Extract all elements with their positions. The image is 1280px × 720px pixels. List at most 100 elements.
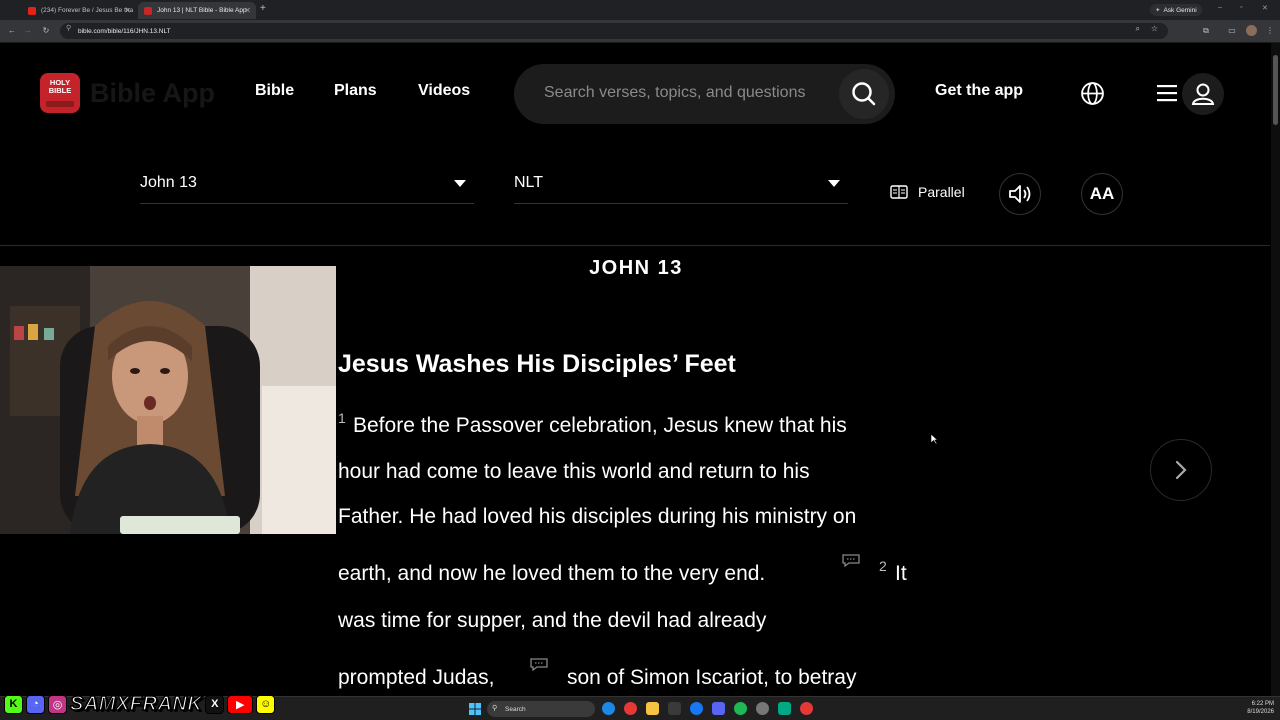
- search-input[interactable]: Search verses, topics, and questions: [544, 84, 805, 102]
- close-tab-icon[interactable]: ✕: [124, 6, 131, 15]
- tab-bible[interactable]: John 13 | NLT Bible - Bible App ✕: [138, 2, 256, 19]
- gemini-icon: ✦: [1155, 7, 1161, 14]
- parallel-button[interactable]: Parallel: [890, 184, 965, 200]
- speaker-icon: [1009, 185, 1031, 203]
- clock-time: 6:22 PM: [1251, 701, 1274, 707]
- site-info-icon[interactable]: ⚲: [66, 24, 71, 32]
- webcam-overlay: [0, 266, 336, 534]
- chrome-menu-icon[interactable]: ⋮: [1264, 24, 1276, 38]
- next-chapter-button[interactable]: [1150, 439, 1212, 501]
- edge-icon[interactable]: [602, 702, 615, 715]
- chevron-down-icon: [828, 180, 840, 187]
- spotify-icon[interactable]: [734, 702, 747, 715]
- footnote-icon[interactable]: [841, 553, 861, 567]
- version-value: NLT: [514, 174, 544, 191]
- globe-icon[interactable]: [1080, 81, 1105, 106]
- logo-text: HOLY BIBLE: [48, 78, 72, 95]
- snapchat-icon: ☺: [256, 694, 276, 714]
- version-select[interactable]: NLT: [514, 168, 848, 204]
- verse-line[interactable]: Before the Passover celebration, Jesus k…: [353, 414, 847, 438]
- page-scrollbar[interactable]: [1271, 43, 1280, 703]
- font-settings-button[interactable]: AA: [1081, 173, 1123, 215]
- zoom-icon[interactable]: ⌕: [1136, 24, 1140, 34]
- font-size-label: AA: [1089, 184, 1115, 203]
- account-button[interactable]: [1182, 73, 1224, 115]
- new-tab-button[interactable]: +: [260, 3, 266, 14]
- bible-app-logo[interactable]: HOLY BIBLE: [40, 73, 80, 113]
- forward-icon[interactable]: →: [22, 24, 34, 38]
- verse-line[interactable]: prompted Judas,: [338, 666, 494, 690]
- book-chapter-select[interactable]: John 13: [140, 168, 474, 204]
- x-twitter-icon: X: [205, 694, 225, 714]
- profile-avatar[interactable]: [1246, 25, 1257, 36]
- bookmark-star-icon[interactable]: ☆: [1151, 24, 1158, 33]
- social-handle-overlay: K ◔ ◎ SAMXFRANK X ▶ ☺: [4, 693, 276, 715]
- chevron-down-icon: [454, 180, 466, 187]
- verse-number: 2: [879, 558, 887, 574]
- extensions-icon[interactable]: ⧉: [1200, 24, 1212, 38]
- ask-gemini-button[interactable]: ✦ Ask Gemini: [1150, 4, 1202, 16]
- hamburger-menu-icon[interactable]: [1156, 83, 1178, 103]
- chrome-icon[interactable]: [624, 702, 637, 715]
- youtube-favicon-icon: [28, 6, 36, 15]
- scrollbar-thumb[interactable]: [1273, 55, 1278, 125]
- address-bar[interactable]: ⚲ bible.com/bible/116/JHN.13.NLT ⌕ ☆: [60, 23, 1168, 39]
- verse-line[interactable]: son of Simon Iscariot, to betray: [567, 666, 856, 690]
- search-button[interactable]: [839, 69, 889, 119]
- browser-toolbar: ← → ↻ ⚲ bible.com/bible/116/JHN.13.NLT ⌕…: [0, 20, 1280, 42]
- maximize-button[interactable]: ▫: [1240, 4, 1242, 11]
- verse-number: 1: [338, 410, 346, 426]
- windows-start-icon[interactable]: [469, 703, 481, 715]
- tab-youtube[interactable]: (234) Forever Be / Jesus Be tha ✕: [22, 2, 136, 19]
- minimize-button[interactable]: –: [1218, 4, 1222, 11]
- verse-line[interactable]: It: [895, 562, 907, 586]
- instagram-icon: ◎: [48, 694, 67, 714]
- discord-icon[interactable]: [712, 702, 725, 715]
- nav-videos[interactable]: Videos: [418, 82, 470, 100]
- nav-bible[interactable]: Bible: [255, 82, 294, 100]
- verse-line[interactable]: earth, and now he loved them to the very…: [338, 562, 765, 586]
- tab-title: John 13 | NLT Bible - Bible App: [157, 7, 247, 14]
- kick-icon: K: [4, 694, 23, 714]
- book-chapter-value: John 13: [140, 174, 197, 191]
- header-divider: [0, 245, 1270, 246]
- youtube-icon: ▶: [227, 694, 254, 714]
- verse-line[interactable]: Father. He had loved his disciples durin…: [338, 505, 856, 529]
- url-text: bible.com/bible/116/JHN.13.NLT: [78, 27, 171, 35]
- verse-line[interactable]: hour had come to leave this world and re…: [338, 460, 810, 484]
- store-icon[interactable]: [668, 702, 681, 715]
- footnote-icon[interactable]: [529, 657, 549, 671]
- close-tab-icon[interactable]: ✕: [244, 6, 251, 15]
- logo-ribbon: [46, 101, 74, 107]
- cast-icon[interactable]: ▭: [1226, 24, 1238, 38]
- search-bar[interactable]: Search verses, topics, and questions: [514, 64, 895, 124]
- whatsapp-icon[interactable]: [778, 702, 791, 715]
- bible-favicon-icon: [144, 6, 152, 15]
- webcam-video: [0, 266, 336, 534]
- system-clock[interactable]: 6:22 PM 8/19/2026: [1238, 700, 1274, 716]
- taskbar-search-label: Search: [505, 705, 526, 713]
- chevron-right-icon: [1175, 460, 1187, 480]
- settings-icon[interactable]: [756, 702, 769, 715]
- close-window-button[interactable]: ✕: [1262, 4, 1268, 12]
- taskbar-search[interactable]: ⚲ Search: [487, 701, 595, 717]
- section-heading: Jesus Washes His Disciples’ Feet: [338, 350, 736, 378]
- get-the-app-link[interactable]: Get the app: [935, 82, 1023, 100]
- chrome-profile-icon[interactable]: [800, 702, 813, 715]
- user-icon: [1191, 83, 1215, 105]
- ask-gemini-label: Ask Gemini: [1163, 6, 1197, 14]
- reload-icon[interactable]: ↻: [40, 24, 52, 38]
- file-explorer-icon[interactable]: [646, 702, 659, 715]
- facebook-icon[interactable]: [690, 702, 703, 715]
- streamer-handle: SAMXFRANK: [69, 693, 203, 715]
- search-icon: ⚲: [492, 705, 498, 712]
- discord-icon: ◔: [26, 694, 45, 714]
- nav-plans[interactable]: Plans: [334, 82, 377, 100]
- back-icon[interactable]: ←: [6, 24, 18, 38]
- tab-title: (234) Forever Be / Jesus Be tha: [41, 7, 134, 14]
- verse-line[interactable]: was time for supper, and the devil had a…: [338, 609, 766, 633]
- brand-name[interactable]: Bible App: [90, 78, 215, 109]
- page-edge: [0, 42, 1280, 43]
- audio-button[interactable]: [999, 173, 1041, 215]
- parallel-label: Parallel: [918, 184, 965, 200]
